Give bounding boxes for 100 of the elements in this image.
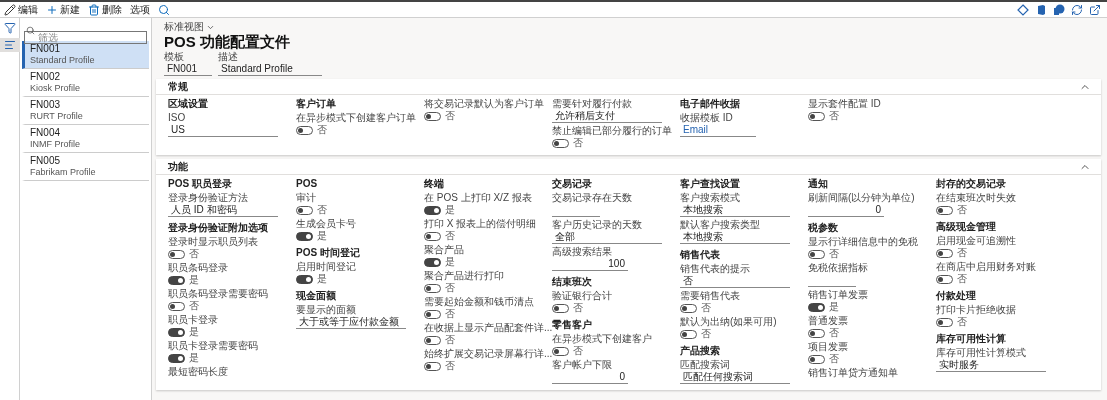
field-label: 启用时间登记 (296, 261, 357, 273)
toggle-switch[interactable] (808, 111, 825, 121)
toggle-switch[interactable] (680, 303, 697, 313)
toggle-switch[interactable] (936, 205, 953, 215)
field-label: 禁止编辑已部分履行的订单 (552, 125, 673, 137)
toggle-switch[interactable] (808, 354, 825, 364)
group-title: 高级现金管理 (936, 221, 997, 233)
field-label: 聚合产品 (424, 244, 465, 256)
toggle-state: 否 (829, 110, 839, 122)
toggle-switch[interactable] (424, 283, 441, 293)
toggle-switch[interactable] (936, 274, 953, 284)
group-title: POS 时间登记 (296, 247, 361, 259)
input-field[interactable]: 否 (680, 275, 790, 288)
toggle-state: 否 (445, 308, 455, 320)
toggle-switch[interactable] (808, 328, 825, 338)
field-label: 模板 (164, 51, 185, 63)
input-field[interactable]: 匹配任何搜索词 (680, 371, 790, 384)
list-view-button[interactable] (0, 38, 20, 52)
toggle-switch[interactable] (808, 302, 825, 312)
field-label: 将交易记录默认为客户订单 (424, 98, 545, 110)
toggle-switch[interactable] (424, 361, 441, 371)
field-label: 显示套件配置 ID (808, 98, 882, 110)
input-field[interactable]: Email (680, 124, 756, 137)
filter-icon[interactable] (3, 22, 16, 34)
input-field[interactable]: FN001 (164, 63, 212, 76)
record-list-item[interactable]: FN003 RURT Profile (22, 97, 149, 125)
toggle-switch[interactable] (936, 317, 953, 327)
field-label: 收据模板 ID (680, 112, 734, 124)
office-icon[interactable] (1035, 3, 1047, 16)
toggle-switch[interactable] (168, 249, 185, 259)
input-field[interactable]: 人员 ID 和密码 (168, 204, 278, 217)
input-field[interactable]: 100 (552, 258, 628, 271)
toggle-switch[interactable] (424, 231, 441, 241)
toggle-switch[interactable] (296, 125, 313, 135)
field-label: 启用现金可追溯性 (936, 235, 1017, 247)
group-title: 通知 (808, 178, 829, 190)
toolbar-button[interactable]: 删除 (88, 3, 122, 16)
toggle-state: 否 (445, 110, 455, 122)
toggle-state: 否 (829, 353, 839, 365)
record-list-item[interactable]: FN004 INMF Profile (22, 125, 149, 153)
toggle-switch[interactable] (168, 275, 185, 285)
record-id: FN005 (30, 155, 61, 167)
toggle-switch[interactable] (168, 301, 185, 311)
toggle-switch[interactable] (296, 231, 313, 241)
refresh-icon[interactable] (1071, 3, 1083, 16)
toggle-switch[interactable] (552, 138, 569, 148)
toggle-switch[interactable] (424, 111, 441, 121)
record-list-item[interactable]: FN002 Kiosk Profile (22, 69, 149, 97)
field-label: 在结束班次时失效 (936, 192, 1017, 204)
input-field[interactable]: 大于或等于应付款金额 (296, 316, 406, 329)
view-selector[interactable]: 标准视图 (164, 21, 215, 33)
field-label: 交易记录存在天数 (552, 192, 633, 204)
field-label: 验证银行合计 (552, 290, 613, 302)
input-field[interactable]: US (168, 124, 278, 137)
toggle-switch[interactable] (296, 274, 313, 284)
field-label: 在异步模式下创建客户订单 (296, 112, 417, 124)
group-title: 终端 (424, 178, 445, 190)
toggle-switch[interactable] (808, 249, 825, 259)
input-field[interactable]: Standard Profile (218, 63, 322, 76)
toggle-switch[interactable] (424, 257, 441, 267)
toggle-switch[interactable] (552, 303, 569, 313)
record-name: Kiosk Profile (30, 83, 82, 94)
record-list-item[interactable]: FN005 Fabrikam Profile (22, 153, 149, 181)
input-field[interactable]: 0 (552, 371, 628, 384)
group-title: 区域设置 (168, 98, 209, 110)
toggle-switch[interactable] (552, 346, 569, 356)
input-field[interactable]: 全部 (552, 231, 662, 244)
toggle-state: 是 (317, 230, 327, 242)
toggle-switch[interactable] (424, 205, 441, 215)
popout-icon[interactable] (1089, 3, 1101, 16)
toggle-state: 否 (957, 247, 967, 259)
field-label: 项目发票 (808, 341, 849, 353)
toggle-state: 否 (445, 360, 455, 372)
diamond-icon[interactable] (1017, 3, 1029, 16)
toggle-switch[interactable] (296, 205, 313, 215)
toggle-state: 否 (317, 124, 327, 136)
input-field[interactable]: 本地搜索 (680, 231, 790, 244)
toggle-switch[interactable] (168, 327, 185, 337)
field-label: 客户搜索模式 (680, 192, 741, 204)
toolbar-button[interactable]: 新建 (46, 3, 80, 16)
input-field[interactable]: 实时服务 (936, 359, 1046, 372)
field-label: 打印 X 报表上的偿付明细 (424, 218, 538, 230)
record-list-item[interactable]: FN001 Standard Profile (22, 41, 149, 69)
filter-field[interactable]: 筛选 (24, 31, 147, 44)
toggle-switch[interactable] (424, 335, 441, 345)
toggle-switch[interactable] (424, 309, 441, 319)
list-icon (3, 39, 16, 51)
input-field[interactable]: 0 (808, 204, 884, 217)
field-label: 职员卡登录需要密码 (168, 340, 259, 352)
field-label: 要显示的面额 (296, 304, 357, 316)
notification-icon[interactable] (1053, 3, 1065, 16)
toggle-switch[interactable] (680, 329, 697, 339)
toggle-switch[interactable] (936, 248, 953, 258)
group-title: 电子邮件收据 (680, 98, 741, 110)
toolbar-button[interactable]: 选项 (130, 3, 150, 16)
toggle-switch[interactable] (168, 353, 185, 363)
input-field[interactable]: 本地搜索 (680, 204, 790, 217)
toolbar-button[interactable]: 编辑 (4, 3, 38, 16)
group-title: 客户查找设置 (680, 178, 741, 190)
input-field[interactable]: 允许稍后支付 (552, 110, 662, 123)
